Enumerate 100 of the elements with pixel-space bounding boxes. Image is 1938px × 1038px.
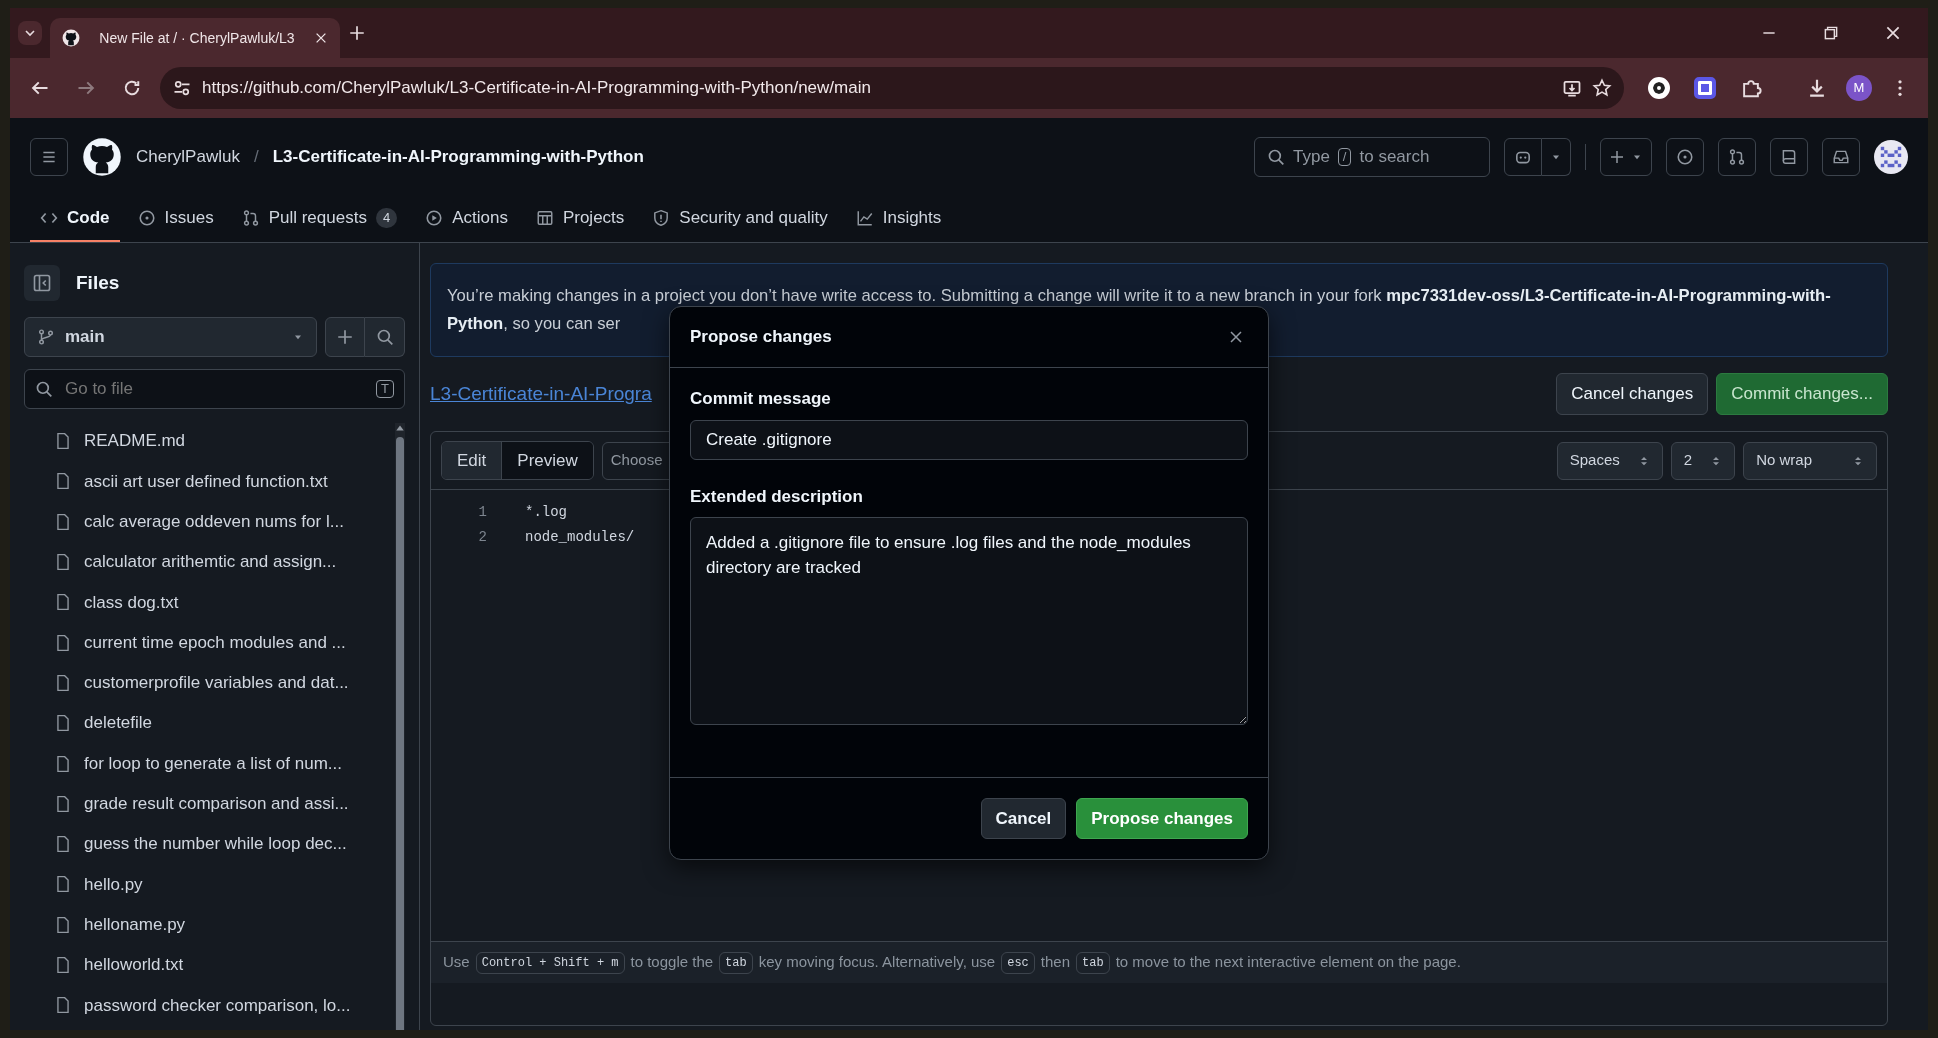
create-button[interactable] (1600, 138, 1652, 176)
issue-button[interactable] (1666, 138, 1704, 176)
repo-tab[interactable]: Projects (525, 196, 635, 242)
file-item[interactable]: deletefile (24, 703, 389, 744)
file-item[interactable]: for loop to generate a list of num... (24, 743, 389, 784)
file-item[interactable]: README.md (24, 421, 389, 462)
repo-tab[interactable]: Issues (127, 196, 224, 242)
graph-icon (855, 209, 874, 227)
reload-icon[interactable] (122, 78, 142, 98)
scroll-up-icon[interactable] (395, 423, 405, 433)
file-icon (54, 472, 72, 491)
plus-icon (336, 328, 354, 346)
file-item[interactable]: calc average oddeven nums for l... (24, 501, 389, 542)
propose-button[interactable]: Propose changes (1076, 797, 1248, 839)
branch-icon (37, 328, 55, 346)
file-item[interactable]: customerprofile variables and dat... (24, 662, 389, 704)
line-number: 2 (477, 528, 487, 547)
repo-tab[interactable]: Security and quality (642, 196, 838, 242)
repo-link[interactable]: L3-Certificate-in-AI-Programming-with-Python (272, 144, 644, 170)
search-hint: Type (1293, 146, 1330, 169)
file-icon (54, 553, 72, 572)
branch-select[interactable]: main (24, 317, 317, 357)
repo-tab[interactable]: Code (30, 196, 120, 242)
extension-icon[interactable] (1694, 77, 1716, 99)
extensions-icon[interactable] (1740, 77, 1762, 99)
new-tab-icon[interactable] (348, 24, 366, 42)
file-item[interactable]: helloname.py (24, 904, 389, 945)
file-item[interactable]: calculator arithemtic and assign... (24, 541, 389, 583)
repo-tab[interactable]: Pull requests 4 (231, 196, 408, 242)
book-icon (1780, 148, 1798, 166)
file-item[interactable]: hello.py (24, 864, 389, 905)
pull-request-icon (1728, 148, 1746, 166)
key-hint: T (376, 380, 394, 398)
file-icon (54, 835, 72, 854)
bookmark-star-icon[interactable] (1592, 78, 1612, 98)
editor-tab[interactable]: Preview (502, 441, 593, 480)
inbox-button[interactable] (1822, 138, 1860, 176)
plus-icon (1609, 149, 1625, 165)
file-icon (54, 794, 72, 813)
browser-tab[interactable]: New File at / · CherylPawluk/L3 (50, 18, 340, 58)
key-chip: tab (719, 951, 753, 974)
counter-badge: 4 (375, 208, 398, 228)
site-info-icon[interactable] (172, 78, 192, 98)
file-item[interactable]: password checker comparison, lo... (24, 985, 389, 1026)
cancel-button[interactable]: Cancel changes (1556, 373, 1709, 415)
filter-input[interactable]: Go to file (63, 375, 367, 403)
editor-tab[interactable]: Edit (442, 441, 503, 480)
hint-text: to toggle the (630, 952, 714, 973)
search-button[interactable] (365, 317, 405, 357)
cancel-button[interactable]: Cancel (980, 797, 1067, 839)
logo-icon[interactable] (82, 137, 122, 177)
pull-request-button[interactable] (1718, 138, 1756, 176)
file-path-link[interactable]: L3-Certificate-in-AI-Progra (430, 379, 652, 409)
scrollbar[interactable] (395, 423, 405, 1030)
scroll-thumb[interactable] (396, 437, 404, 1030)
owner-link[interactable]: CherylPawluk (136, 144, 240, 170)
code-line: *.log (524, 503, 567, 522)
menu-button[interactable] (30, 138, 68, 176)
close-icon (1228, 329, 1244, 345)
restore-icon[interactable] (1822, 24, 1840, 42)
copilot-button[interactable] (1504, 138, 1542, 176)
tab-favicon-icon (62, 29, 80, 47)
key-chip: esc (1001, 951, 1035, 974)
search-field[interactable]: Type / to search (1254, 137, 1490, 177)
file-item[interactable]: helloworld.txt (24, 944, 389, 986)
tab-list-button[interactable] (18, 21, 42, 45)
file-icon (54, 915, 72, 934)
file-item[interactable]: class dog.txt (24, 582, 389, 623)
search-icon (375, 328, 394, 346)
hint-text: to move to the next interactive element on the page. (1115, 952, 1461, 973)
commit-button[interactable]: Commit changes... (1716, 373, 1888, 415)
close-icon[interactable] (1884, 24, 1902, 42)
address-bar[interactable]: https://github.com/CherylPawluk/L3-Certificate-in-AI-Programming-with-Python/new/main (160, 67, 1624, 109)
file-item[interactable]: current time epoch modules and ... (24, 622, 389, 663)
install-icon[interactable] (1562, 78, 1582, 98)
option-select[interactable]: No wrap (1743, 441, 1877, 480)
repo-tab[interactable]: Insights (845, 196, 952, 242)
file-icon (54, 432, 72, 451)
add-file-button[interactable] (325, 317, 365, 357)
description-field[interactable]: Added a .gitignore file to ensure .log files and the node_modules directory are tracked (690, 517, 1248, 725)
hint-text: key moving focus. Alternatively, use (758, 952, 996, 973)
commit-message-field[interactable]: Create .gitignore (690, 419, 1248, 460)
field-label: Extended description (690, 485, 864, 508)
repo-tab[interactable]: Actions (415, 196, 518, 242)
file-item[interactable]: grade result comparison and assi... (24, 783, 389, 824)
file-item[interactable]: guess the number while loop dec... (24, 823, 389, 865)
file-item[interactable]: ascii art user defined function.txt (24, 461, 389, 502)
shield-icon (652, 209, 671, 227)
play-icon (425, 209, 444, 227)
collapse-panel-button[interactable] (24, 265, 60, 301)
close-icon[interactable] (314, 31, 328, 45)
file-filter-field[interactable]: Go to file T (24, 369, 405, 409)
user-avatar[interactable] (1874, 140, 1908, 174)
file-icon (54, 512, 72, 531)
option-select[interactable]: 2 (1670, 441, 1736, 480)
option-select[interactable]: Spaces (1556, 441, 1663, 480)
line-number: 1 (477, 503, 487, 522)
profile-avatar[interactable]: M (1846, 75, 1872, 101)
file-icon (54, 875, 72, 894)
book-button[interactable] (1770, 138, 1808, 176)
